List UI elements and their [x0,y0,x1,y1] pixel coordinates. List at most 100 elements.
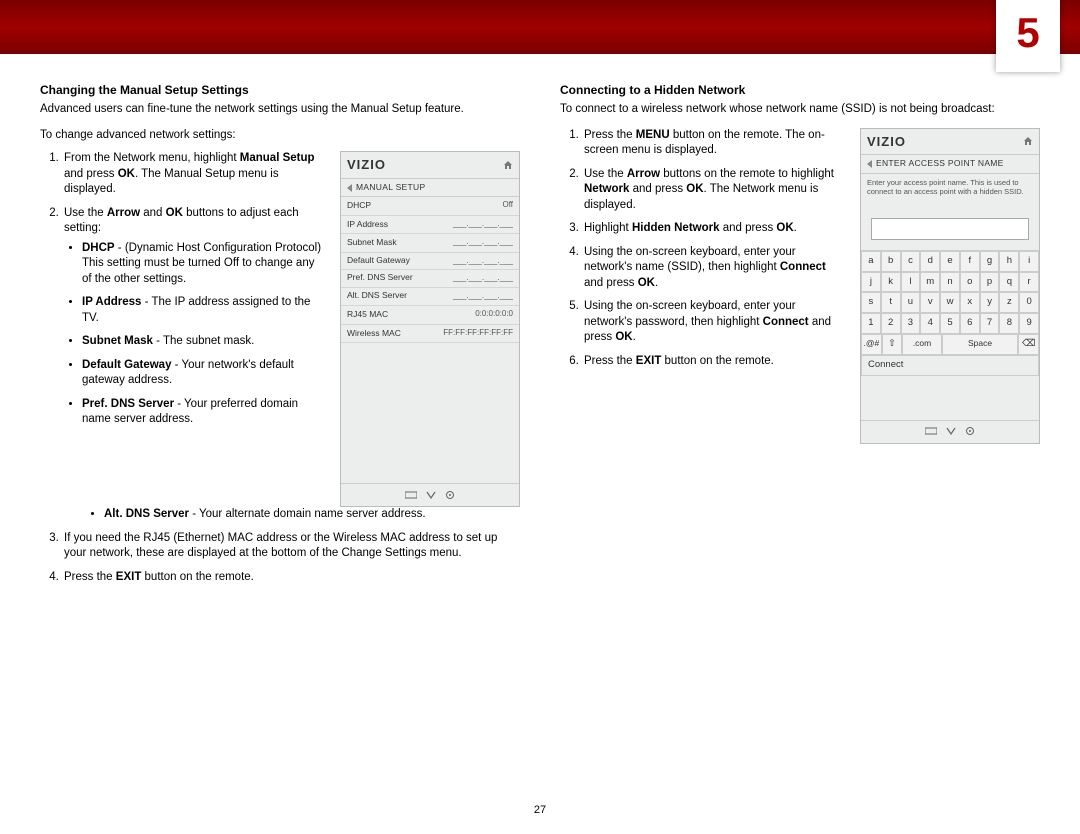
back-icon [867,160,872,168]
chapter-header: 5 [0,0,1080,54]
kb-key[interactable]: x [960,292,980,313]
bullet-ip: IP Address - The IP address assigned to … [82,295,326,326]
kb-key[interactable]: 9 [1019,313,1039,334]
kb-key[interactable]: o [960,272,980,293]
kb-key[interactable]: l [901,272,921,293]
bullet-pref-dns: Pref. DNS Server - Your preferred domain… [82,397,326,428]
left-lead: To change advanced network settings: [40,128,520,144]
vizio-logo: VIZIO [867,133,906,151]
kb-key[interactable]: f [960,251,980,272]
home-icon [503,160,513,170]
wide-icon [925,427,937,435]
chapter-number-tag: 5 [996,0,1060,72]
chapter-number: 5 [1016,5,1039,62]
left-step-2: Use the Arrow and OK buttons to adjust e… [62,206,326,428]
kb-key[interactable]: 6 [960,313,980,334]
back-icon [347,184,352,192]
kb-key[interactable]: 7 [980,313,1000,334]
bullet-alt-dns: Alt. DNS Server - Your alternate domain … [104,507,520,523]
bullet-dhcp: DHCP - (Dynamic Host Configuration Proto… [82,241,326,288]
panel2-crumb: ENTER ACCESS POINT NAME [876,158,1004,169]
right-step-5: Using the on-screen keyboard, enter your… [582,299,846,346]
kb-key[interactable]: r [1019,272,1039,293]
left-step-3: If you need the RJ45 (Ethernet) MAC addr… [62,531,520,562]
kb-key[interactable]: 1 [861,313,881,334]
right-column: Connecting to a Hidden Network To connec… [560,82,1040,593]
kb-key[interactable]: i [1019,251,1039,272]
right-heading: Connecting to a Hidden Network [560,82,1040,98]
kb-key[interactable]: 3 [901,313,921,334]
row-alt-dns: Alt. DNS Server___.___.___.___ [341,288,519,306]
kb-key[interactable]: w [940,292,960,313]
kb-key[interactable]: n [940,272,960,293]
left-steps-top: From the Network menu, highlight Manual … [40,151,326,428]
kb-key-backspace[interactable]: ⌫ [1018,334,1039,355]
kb-key-symbols[interactable]: .@# [861,334,882,355]
kb-key-connect[interactable]: Connect [861,355,1039,376]
right-intro: To connect to a wireless network whose n… [560,102,1040,118]
kb-key[interactable]: m [920,272,940,293]
kb-key[interactable]: e [940,251,960,272]
row-rj45: RJ45 MAC0:0:0:0:0:0 [341,306,519,324]
kb-key-space[interactable]: Space [942,334,1019,355]
page-body: Changing the Manual Setup Settings Advan… [0,54,1080,593]
left-steps-bottom: Alt. DNS Server - Your alternate domain … [40,507,520,523]
panel2-help: Enter your access point name. This is us… [861,174,1039,200]
row-subnet: Subnet Mask___.___.___.___ [341,234,519,252]
kb-key[interactable]: 2 [881,313,901,334]
right-steps: Press the MENU button on the remote. The… [560,128,846,370]
kb-key[interactable]: z [999,292,1019,313]
kb-key[interactable]: v [920,292,940,313]
gear-icon [445,490,455,500]
row-gateway: Default Gateway___.___.___.___ [341,253,519,271]
vizio-logo: VIZIO [347,156,386,174]
left-heading: Changing the Manual Setup Settings [40,82,520,98]
kb-key[interactable]: g [980,251,1000,272]
right-step-1: Press the MENU button on the remote. The… [582,128,846,159]
v-icon [426,491,436,499]
v-icon [946,427,956,435]
kb-key[interactable]: y [980,292,1000,313]
kb-key[interactable]: 5 [940,313,960,334]
left-column: Changing the Manual Setup Settings Advan… [40,82,520,593]
left-step-4: Press the EXIT button on the remote. [62,570,520,586]
kb-key[interactable]: 0 [1019,292,1039,313]
home-icon [1023,136,1033,146]
row-pref-dns: Pref. DNS Server___.___.___.___ [341,270,519,288]
right-step-6: Press the EXIT button on the remote. [582,354,846,370]
kb-key[interactable]: a [861,251,881,272]
kb-key[interactable]: b [881,251,901,272]
kb-key[interactable]: p [980,272,1000,293]
access-point-panel: VIZIO ENTER ACCESS POINT NAME Enter your… [860,128,1040,444]
bullet-gateway: Default Gateway - Your network's default… [82,358,326,389]
on-screen-keyboard: a b c d e f g h i j k l m [861,250,1039,376]
kb-key[interactable]: c [901,251,921,272]
kb-key[interactable]: s [861,292,881,313]
kb-key[interactable]: 8 [999,313,1019,334]
kb-key[interactable]: u [901,292,921,313]
panel-footer-icons [341,483,519,506]
kb-key[interactable]: h [999,251,1019,272]
ssid-input[interactable] [871,218,1029,240]
kb-key[interactable]: d [920,251,940,272]
page-number: 27 [0,803,1080,818]
kb-key-com[interactable]: .com [902,334,941,355]
gear-icon [965,426,975,436]
kb-key[interactable]: j [861,272,881,293]
kb-key-shift[interactable]: ⇧ [882,334,903,355]
manual-setup-panel: VIZIO MANUAL SETUP DHCPOff IP Address___… [340,151,520,507]
panel-footer-icons [861,420,1039,443]
bullet-subnet: Subnet Mask - The subnet mask. [82,334,326,350]
left-step-1: From the Network menu, highlight Manual … [62,151,326,198]
kb-key[interactable]: q [999,272,1019,293]
kb-key[interactable]: t [881,292,901,313]
wide-icon [405,491,417,499]
kb-key[interactable]: 4 [920,313,940,334]
left-steps-3-4: If you need the RJ45 (Ethernet) MAC addr… [40,531,520,586]
row-ip: IP Address___.___.___.___ [341,216,519,234]
row-wmac: Wireless MACFF:FF:FF:FF:FF:FF [341,325,519,343]
right-step-4: Using the on-screen keyboard, enter your… [582,245,846,292]
left-intro: Advanced users can fine-tune the network… [40,102,520,118]
panel-crumb-label: MANUAL SETUP [356,182,425,193]
kb-key[interactable]: k [881,272,901,293]
